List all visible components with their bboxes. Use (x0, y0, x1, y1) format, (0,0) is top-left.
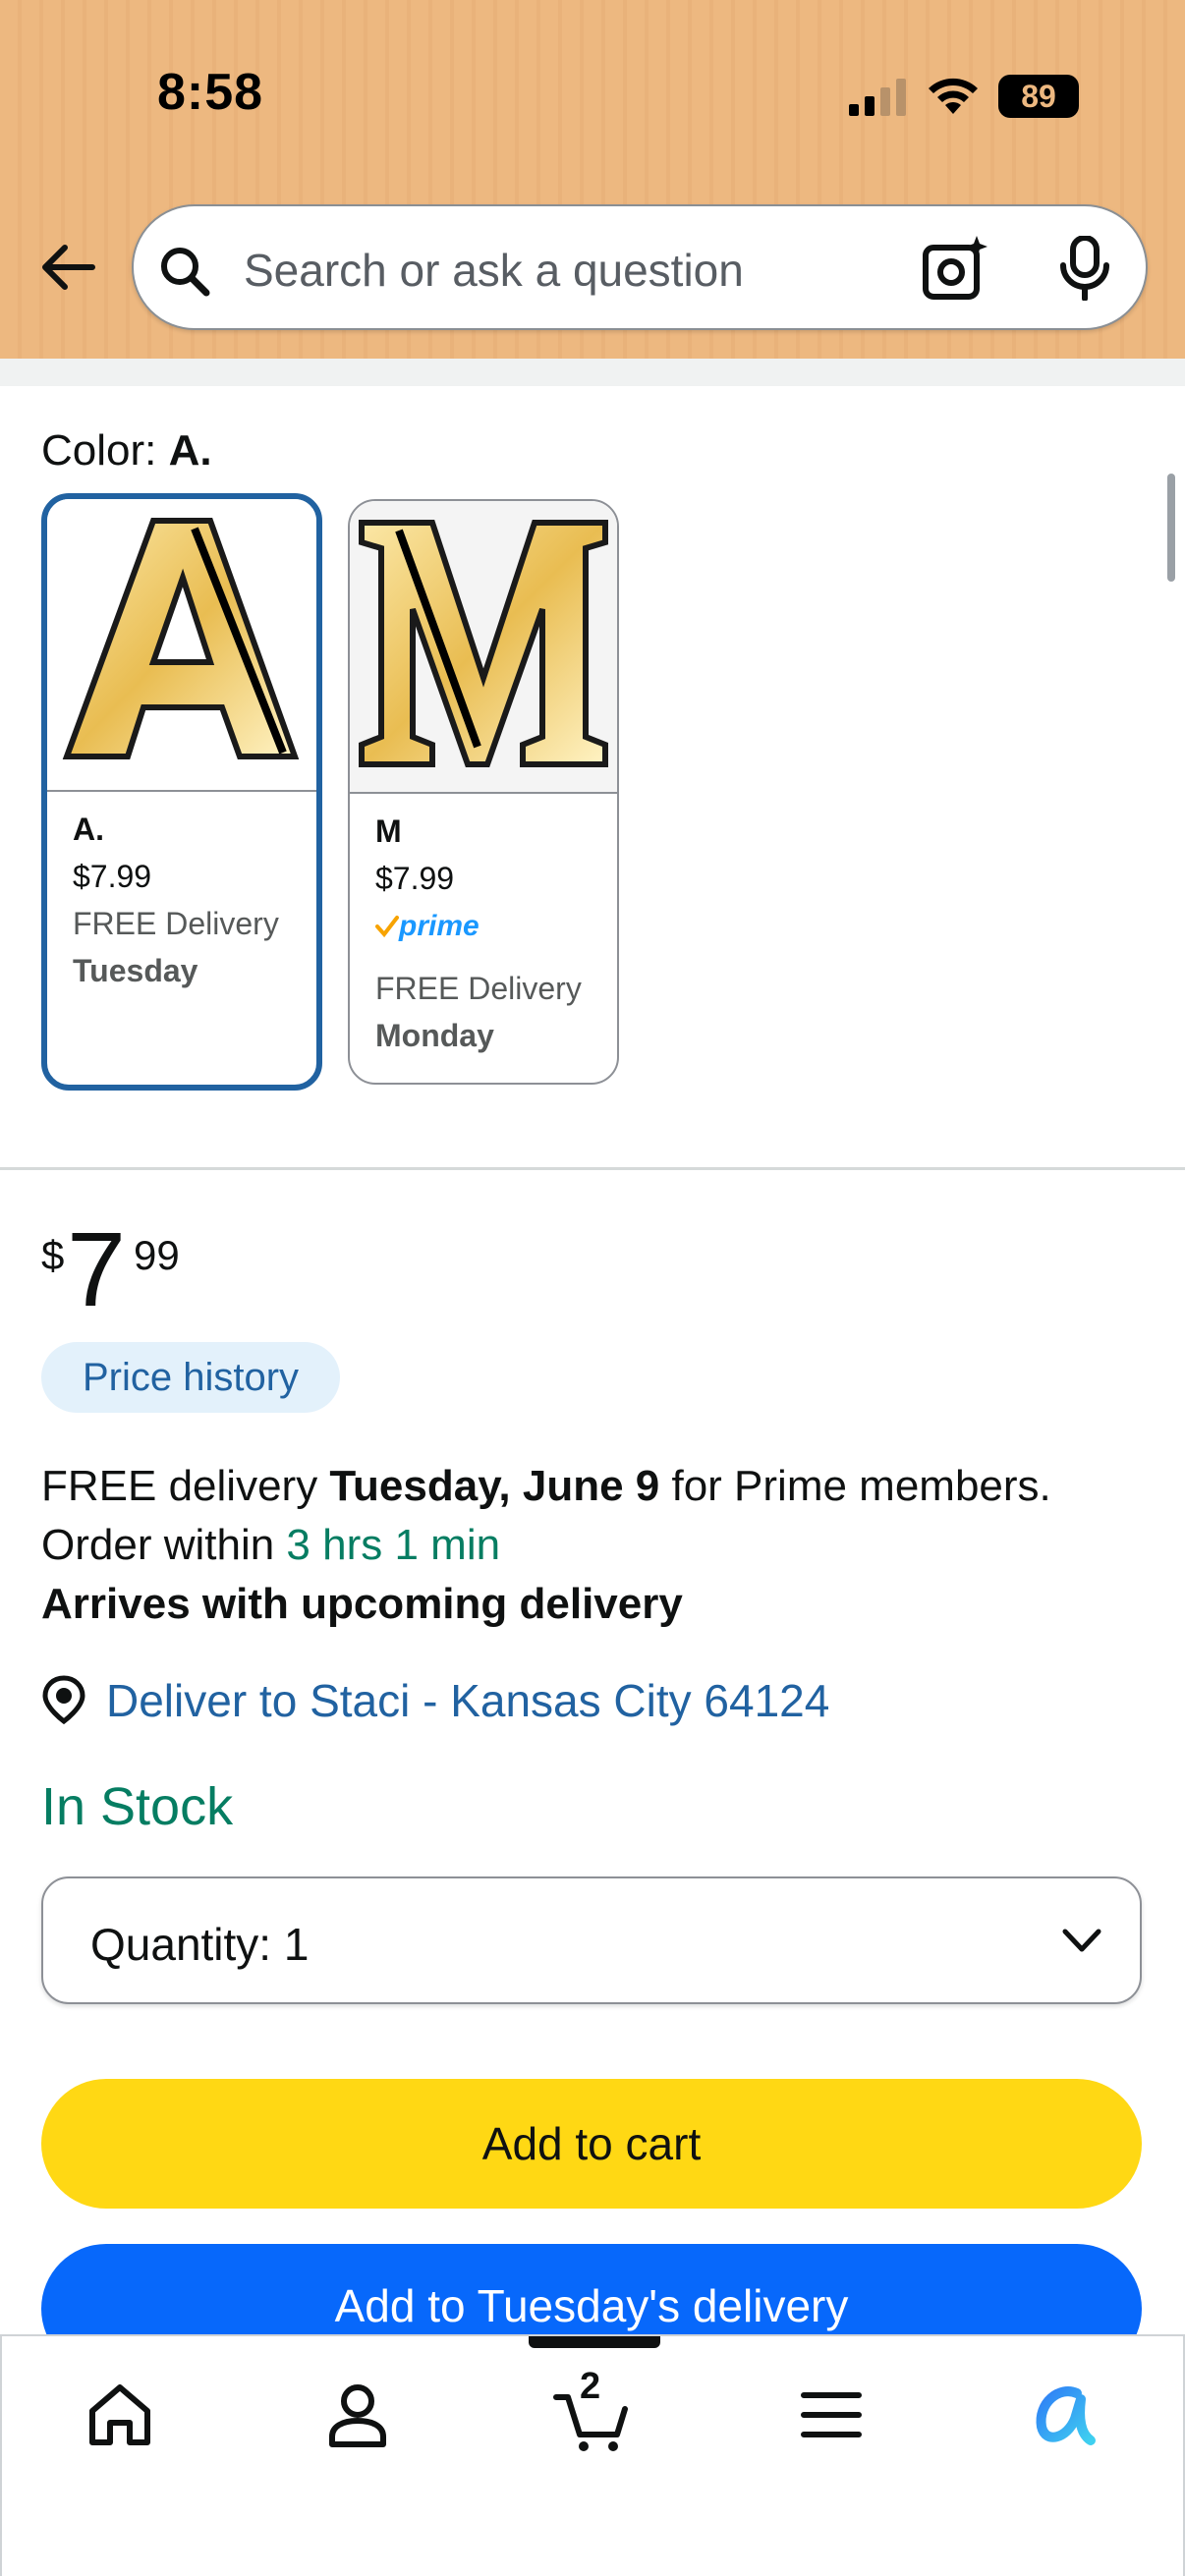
price-fraction: 99 (134, 1232, 180, 1278)
stock-status: In Stock (41, 1777, 234, 1836)
color-label-prefix: Color: (41, 426, 157, 475)
letter-a-image (62, 518, 300, 759)
scroll-indicator[interactable] (1167, 474, 1175, 582)
deliver-to-link[interactable]: Deliver to Staci - Kansas City 64124 (106, 1674, 829, 1727)
swatch-option-a[interactable]: A. $7.99 FREE Delivery Tuesday (41, 493, 322, 1091)
swatch-m-delivery: FREE Delivery (375, 971, 582, 1006)
quantity-label: Quantity: 1 (90, 1918, 309, 1971)
battery-indicator: 89 (998, 75, 1079, 118)
order-within: Order within 3 hrs 1 min (41, 1521, 500, 1570)
section-divider (0, 1167, 1185, 1170)
account-icon[interactable] (318, 2376, 397, 2454)
swatch-option-m[interactable]: M $7.99 prime FREE Delivery Monday (348, 499, 619, 1085)
add-to-cart-button[interactable]: Add to cart (41, 2079, 1142, 2209)
quantity-select[interactable]: Quantity: 1 (41, 1876, 1142, 2004)
prime-check-icon (375, 916, 399, 938)
swatch-m-price: $7.99 (375, 861, 455, 896)
camera-search-icon[interactable] (922, 236, 988, 301)
swatch-m-day: Monday (375, 1018, 494, 1053)
header-divider (0, 359, 1185, 386)
signal-icon (849, 79, 906, 116)
order-within-prefix: Order within (41, 1521, 287, 1569)
order-within-time: 3 hrs 1 min (286, 1521, 501, 1569)
search-icon (161, 248, 210, 297)
quantity-label-text: Quantity: (90, 1919, 272, 1970)
menu-icon[interactable] (792, 2376, 871, 2454)
back-arrow-icon[interactable] (35, 236, 98, 299)
letter-m-image (359, 520, 608, 767)
search-input[interactable]: Search or ask a question (244, 244, 744, 297)
swatch-image-a (47, 499, 316, 792)
prime-badge: prime (375, 910, 480, 943)
chevron-down-icon (1062, 1929, 1101, 1952)
prime-label: prime (399, 910, 480, 942)
home-icon[interactable] (81, 2376, 159, 2454)
swatch-m-name: M (375, 813, 402, 849)
cart-count-badge: 2 (580, 2366, 601, 2407)
color-label: Color: A. (41, 426, 212, 476)
price-currency: $ (41, 1232, 65, 1278)
wifi-icon (929, 78, 978, 114)
swatch-a-day: Tuesday (73, 953, 198, 988)
price-history-button[interactable]: Price history (41, 1342, 340, 1413)
swatch-image-m (350, 501, 617, 794)
delivery-suffix: for Prime members. (659, 1462, 1051, 1510)
arrives-message: Arrives with upcoming delivery (41, 1580, 683, 1628)
swatch-a-delivery: FREE Delivery (73, 906, 279, 941)
status-time: 8:58 (157, 64, 264, 121)
microphone-icon[interactable] (1057, 236, 1112, 301)
delivery-prefix: FREE delivery (41, 1462, 330, 1510)
quantity-value: 1 (283, 1919, 310, 1970)
location-pin-icon (42, 1675, 85, 1725)
swatch-a-name: A. (73, 812, 104, 847)
delivery-message: FREE delivery Tuesday, June 9 for Prime … (41, 1462, 1051, 1511)
nav-active-indicator (529, 2336, 660, 2348)
battery-level: 89 (1021, 78, 1056, 114)
bottom-nav: 2 (0, 2334, 1185, 2576)
rufus-assistant-icon[interactable] (1026, 2376, 1104, 2454)
delivery-date: Tuesday, June 9 (329, 1462, 660, 1510)
swatch-a-price: $7.99 (73, 859, 152, 894)
search-bar[interactable]: Search or ask a question (132, 204, 1148, 330)
color-selected-value: A. (168, 426, 212, 475)
header: 8:58 89 Search or ask a question (0, 0, 1185, 359)
price-whole: 7 (67, 1209, 127, 1328)
